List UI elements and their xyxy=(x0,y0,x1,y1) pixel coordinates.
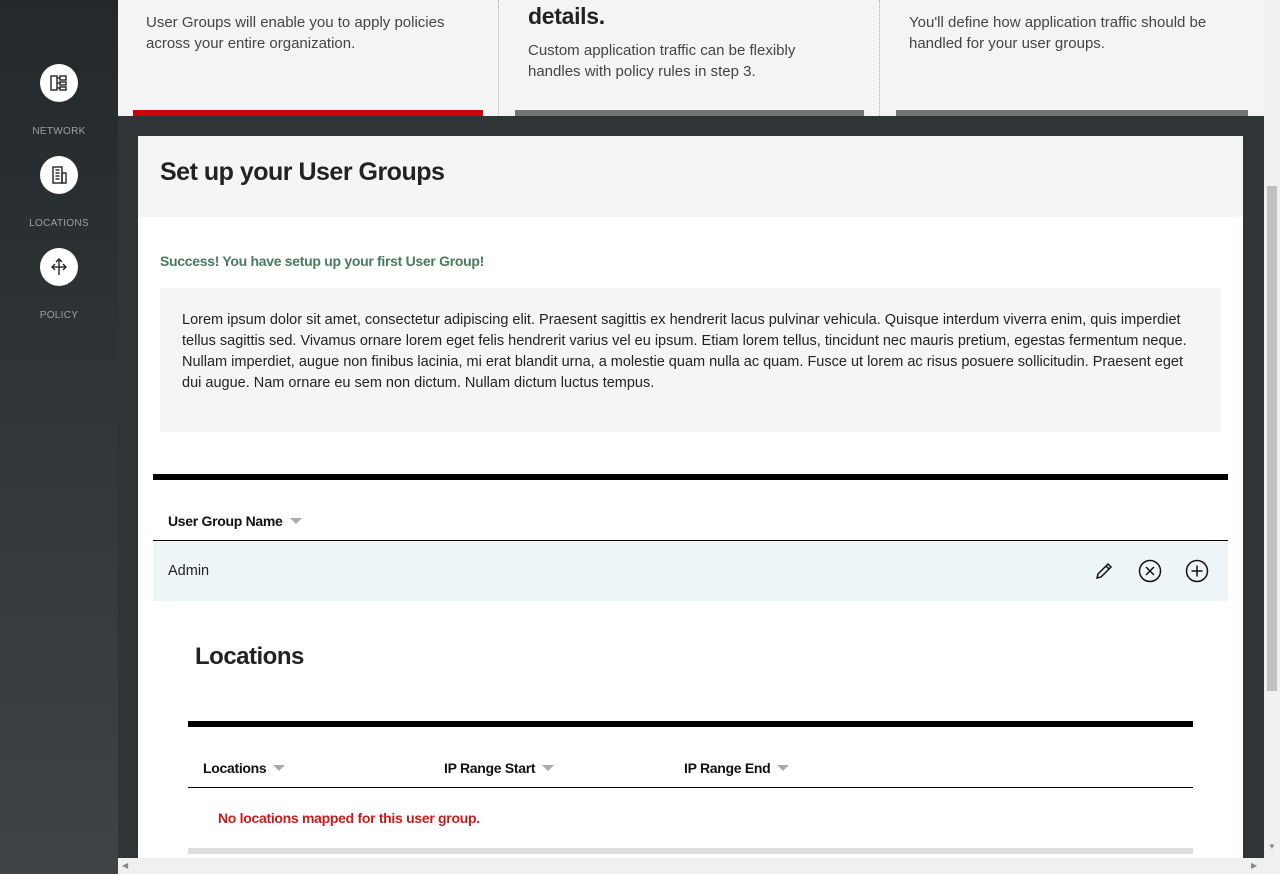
scroll-left-arrow-icon[interactable]: ◀ xyxy=(122,861,128,870)
step-description: User Groups will enable you to apply pol… xyxy=(146,14,445,52)
sidebar-label-locations: LOCATIONS xyxy=(29,218,89,229)
sidebar-item-policy[interactable]: POLICY xyxy=(0,248,118,321)
empty-locations-message: No locations mapped for this user group. xyxy=(218,810,480,826)
pencil-icon[interactable] xyxy=(1091,558,1117,584)
column-header-locations[interactable]: Locations xyxy=(203,760,286,776)
sort-caret-icon xyxy=(542,765,555,771)
user-groups-modal: Set up your User Groups Success! You hav… xyxy=(138,136,1243,866)
modal-header: Set up your User Groups xyxy=(138,136,1243,217)
step-description: Custom application traffic can be flexib… xyxy=(528,42,796,80)
modal-title: Set up your User Groups xyxy=(160,158,445,186)
sort-caret-icon xyxy=(777,765,790,771)
horizontal-scrollbar[interactable]: ◀ ▶ xyxy=(118,858,1280,874)
locations-table-footer xyxy=(188,848,1193,854)
move-arrows-icon xyxy=(40,248,78,286)
scroll-right-arrow-icon[interactable]: ▶ xyxy=(1251,861,1257,870)
sidebar: NETWORK LOCATIONS POLICY xyxy=(0,0,118,874)
locations-header-rule xyxy=(188,787,1193,788)
table-top-rule xyxy=(153,474,1228,480)
column-header-label: User Group Name xyxy=(168,513,283,529)
success-message: Success! You have setup up your first Us… xyxy=(160,253,484,269)
column-header-label: IP Range End xyxy=(684,760,771,776)
vertical-scrollbar[interactable]: ▼ xyxy=(1264,0,1280,858)
scroll-down-arrow-icon[interactable]: ▼ xyxy=(1268,842,1276,851)
vertical-scrollbar-thumb[interactable] xyxy=(1267,186,1277,691)
column-header-label: Locations xyxy=(203,760,267,776)
building-icon xyxy=(40,156,78,194)
step-divider xyxy=(879,0,880,116)
step-card-user-groups: User Groups will enable you to apply pol… xyxy=(133,0,483,116)
column-header-ip-range-start[interactable]: IP Range Start xyxy=(444,760,555,776)
column-header-ip-range-end[interactable]: IP Range End xyxy=(684,760,790,776)
sidebar-item-network[interactable]: NETWORK xyxy=(0,64,118,137)
step-divider xyxy=(498,0,499,116)
setup-steps: User Groups will enable you to apply pol… xyxy=(118,0,1264,116)
sidebar-item-locations[interactable]: LOCATIONS xyxy=(0,156,118,229)
modal-overlay: Set up your User Groups Success! You hav… xyxy=(118,116,1264,866)
sort-caret-icon xyxy=(289,518,302,524)
close-circle-icon[interactable] xyxy=(1137,558,1163,584)
column-header-user-group-name[interactable]: User Group Name xyxy=(168,513,302,529)
locations-table-top-rule xyxy=(188,721,1193,727)
sidebar-label-policy: POLICY xyxy=(39,310,79,321)
step-card-policy: You'll define how application traffic sh… xyxy=(896,0,1248,116)
sidebar-label-network: NETWORK xyxy=(32,126,86,137)
user-group-name: Admin xyxy=(168,563,210,579)
step-description: You'll define how application traffic sh… xyxy=(909,14,1207,52)
sort-caret-icon xyxy=(273,765,286,771)
step-card-application-details: details. Custom application traffic can … xyxy=(515,0,864,116)
step-title: details. xyxy=(528,3,605,29)
network-icon xyxy=(40,64,78,102)
table-row[interactable]: Admin xyxy=(153,541,1228,601)
locations-title: Locations xyxy=(195,643,304,670)
column-header-label: IP Range Start xyxy=(444,760,536,776)
description-box: Lorem ipsum dolor sit amet, consectetur … xyxy=(160,288,1221,432)
plus-circle-icon[interactable] xyxy=(1184,558,1210,584)
